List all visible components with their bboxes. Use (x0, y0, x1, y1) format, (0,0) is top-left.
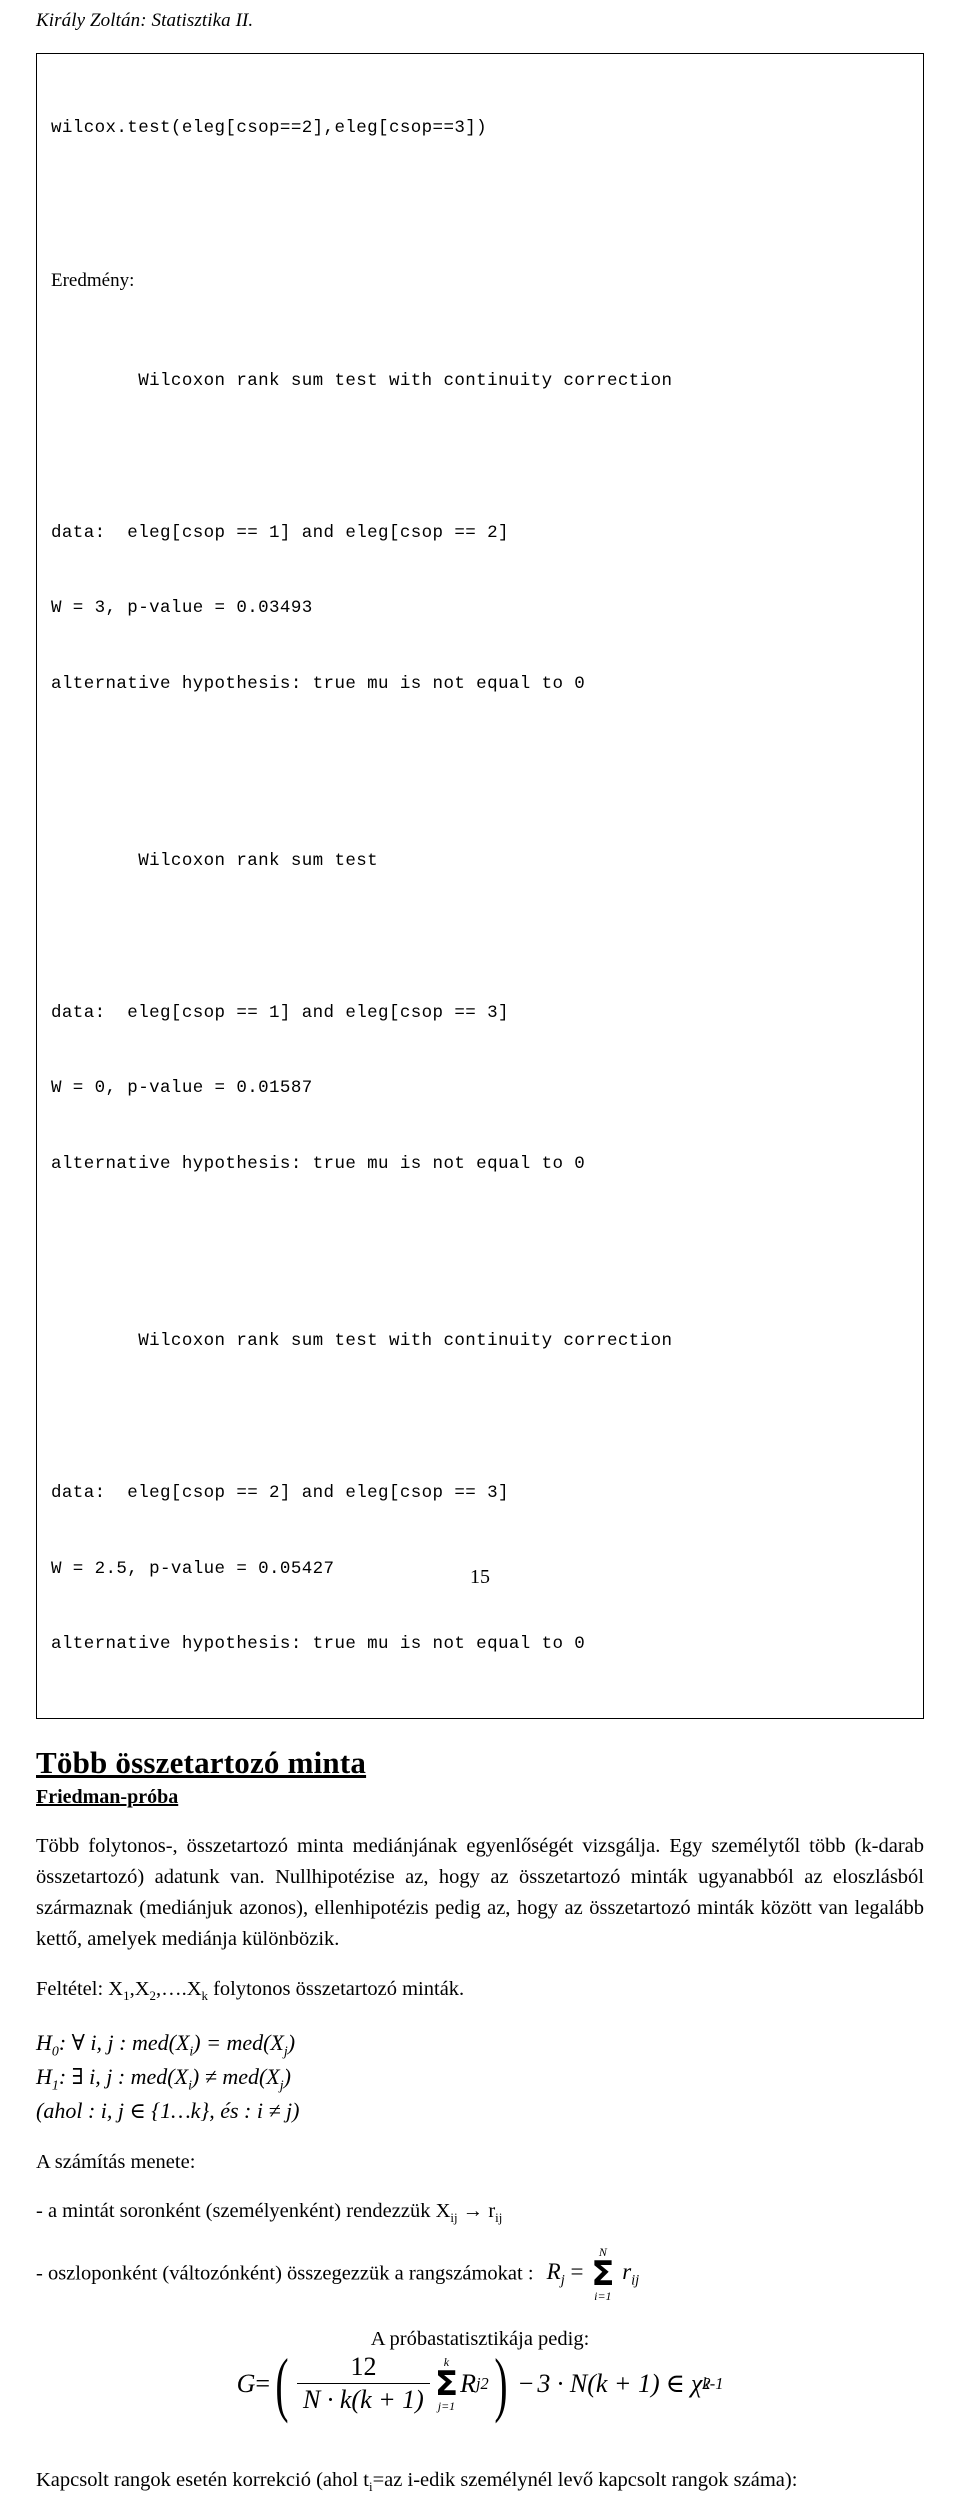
section-title-row: Több összetartozó minta (36, 1719, 924, 1781)
chi-symbol: χ (690, 2368, 703, 2398)
h1-subscript: 1 (51, 2077, 59, 2093)
sum-lower-limit: i=1 (594, 2289, 612, 2304)
code-output-box: wilcox.test(eleg[csop==2],eleg[csop==3])… (36, 52, 924, 1720)
sum-term: Rj2 (460, 2368, 489, 2398)
h1-middle: ) ≠ med(X (191, 2063, 280, 2089)
minus-operator: − (518, 2368, 534, 2398)
step1-sub-ij: ij (450, 2210, 458, 2226)
footer-note: Kapcsolt rangok esetén korrekció (ahol t… (36, 2466, 924, 2495)
tail-term: 3 · N(k + 1) (537, 2368, 660, 2398)
right-paren: ) (494, 2343, 508, 2424)
hypotheses-block: H0: ∀ i, j : med(Xi) = med(Xj) H1: ∃ i, … (36, 2026, 924, 2128)
test-title-2: Wilcoxon rank sum test (51, 851, 379, 872)
condition-line: Feltétel: X1,X2,….Xk folytonos összetart… (36, 1975, 924, 2004)
method-heading: A számítás menete: (36, 2150, 196, 2173)
step1-prefix: - a mintát soronként (személyenként) ren… (36, 2199, 451, 2222)
test-data-2: data: eleg[csop == 1] and eleg[csop == 3… (51, 1002, 509, 1023)
rij-subscript: ij (631, 2272, 640, 2289)
rank-sum-formula: Rj = N Σ i=1 rij (546, 2246, 640, 2302)
condition-mid-2: ,….X (155, 1977, 202, 2000)
document-page: Király Zoltán: Statisztika II. wilcox.te… (0, 0, 960, 2493)
code-spacer (51, 1405, 909, 1430)
step1-r: r (483, 2199, 496, 2222)
test-alt-2: alternative hypothesis: true mu is not e… (51, 1154, 586, 1175)
h0-body: : ∀ i, j : med(X (58, 2029, 190, 2055)
fraction-denominator: N · k(k + 1) (297, 2382, 430, 2415)
hypothesis-null: H0: ∀ i, j : med(Xi) = med(Xj) (36, 2026, 924, 2060)
footer-note-suffix: =az i-edik személynél levő kapcsolt rang… (372, 2469, 798, 2492)
sigma-icon: Σ (434, 2363, 459, 2404)
method-step-2: - oszloponként (változónként) összegezzü… (36, 2246, 924, 2302)
condition-mid-1: ,X (129, 1977, 150, 2000)
running-header: Király Zoltán: Statisztika II. (36, 10, 254, 31)
sigma-icon: Σ (591, 2253, 615, 2294)
code-result-label: Eredmény: (51, 269, 135, 291)
h1-body: : ∃ i, j : med(X (58, 2063, 189, 2089)
h0-end: ) (287, 2029, 296, 2055)
code-spacer (51, 1254, 909, 1279)
intro-paragraph: Több folytonos-, összetartozó minta medi… (36, 1834, 924, 1950)
test-title-1: Wilcoxon rank sum test with continuity c… (51, 371, 673, 392)
condition-suffix: folytonos összetartozó minták. (207, 1977, 465, 2000)
rj-subscript: j (560, 2272, 565, 2289)
test-data-1: data: eleg[csop == 1] and eleg[csop == 2… (51, 522, 509, 543)
chi-square-term: χ 2 k-1 (690, 2368, 724, 2398)
code-spacer (51, 774, 909, 799)
h0-subscript: 0 (51, 2043, 59, 2059)
g-equals: = (255, 2368, 271, 2398)
rank-sum-equals: = (570, 2259, 584, 2285)
section-subtitle: Friedman-próba (36, 1785, 179, 1808)
summation-operator-g: k Σ j=1 (435, 2356, 458, 2412)
code-spacer (51, 192, 909, 217)
fraction: 12 N · k(k + 1) (297, 2353, 430, 2414)
h0-symbol: H (36, 2029, 52, 2055)
statistic-caption: A próbastatisztikája pedig: (370, 2328, 590, 2351)
fraction-numerator: 12 (350, 2352, 377, 2382)
test-statistic-formula: G = ( 12 N · k(k + 1) k Σ j=1 Rj2 ) − 3 … (36, 2343, 924, 2424)
rj-symbol: R (546, 2259, 561, 2285)
hypothesis-alternative: H1: ∃ i, j : med(Xi) ≠ med(Xj) (36, 2060, 924, 2094)
condition-prefix: Feltétel: X (36, 1977, 124, 2000)
step2-text: - oszloponként (változónként) összegezzü… (36, 2262, 534, 2285)
sum-lower-limit-j: j=1 (437, 2398, 456, 2413)
g-symbol: G (236, 2368, 256, 2398)
h1-end: ) (283, 2063, 291, 2089)
sum-upper-limit-k: k (443, 2354, 450, 2369)
h1-symbol: H (36, 2063, 52, 2089)
rij-symbol: r (622, 2259, 632, 2285)
test-alt-1: alternative hypothesis: true mu is not e… (51, 674, 586, 695)
page-number: 15 (470, 1566, 490, 1588)
sum-term-symbol: R (460, 2368, 476, 2398)
sum-upper-limit: N (598, 2244, 607, 2259)
arrow-icon: → (462, 2199, 484, 2222)
h0-middle: ) = med(X (193, 2029, 284, 2055)
section-subtitle-row: Friedman-próba (36, 1781, 924, 1809)
code-spacer (51, 925, 909, 950)
test-data-3: data: eleg[csop == 2] and eleg[csop == 3… (51, 1482, 509, 1503)
code-spacer (51, 445, 909, 470)
left-paren: ( (275, 2343, 289, 2424)
hypothesis-domain-note: (ahol : i, j ∈ {1…k}, és : i ≠ j) (36, 2097, 300, 2123)
test-stat-2: W = 0, p-value = 0.01587 (51, 1078, 313, 1099)
test-title-3: Wilcoxon rank sum test with continuity c… (51, 1331, 673, 1352)
footer-note-prefix: Kapcsolt rangok esetén korrekció (ahol t (36, 2469, 370, 2492)
section-title: Több összetartozó minta (36, 1745, 367, 1781)
step1-sub-r-ij: ij (495, 2210, 503, 2226)
test-alt-3: alternative hypothesis: true mu is not e… (51, 1634, 586, 1655)
test-stat-1: W = 3, p-value = 0.03493 (51, 598, 313, 619)
method-step-1: - a mintát soronként (személyenként) ren… (36, 2197, 924, 2226)
code-command: wilcox.test(eleg[csop==2],eleg[csop==3]) (51, 118, 488, 139)
summation-operator: N Σ i=1 (591, 2246, 614, 2302)
element-of-icon: ∈ (665, 2368, 685, 2398)
